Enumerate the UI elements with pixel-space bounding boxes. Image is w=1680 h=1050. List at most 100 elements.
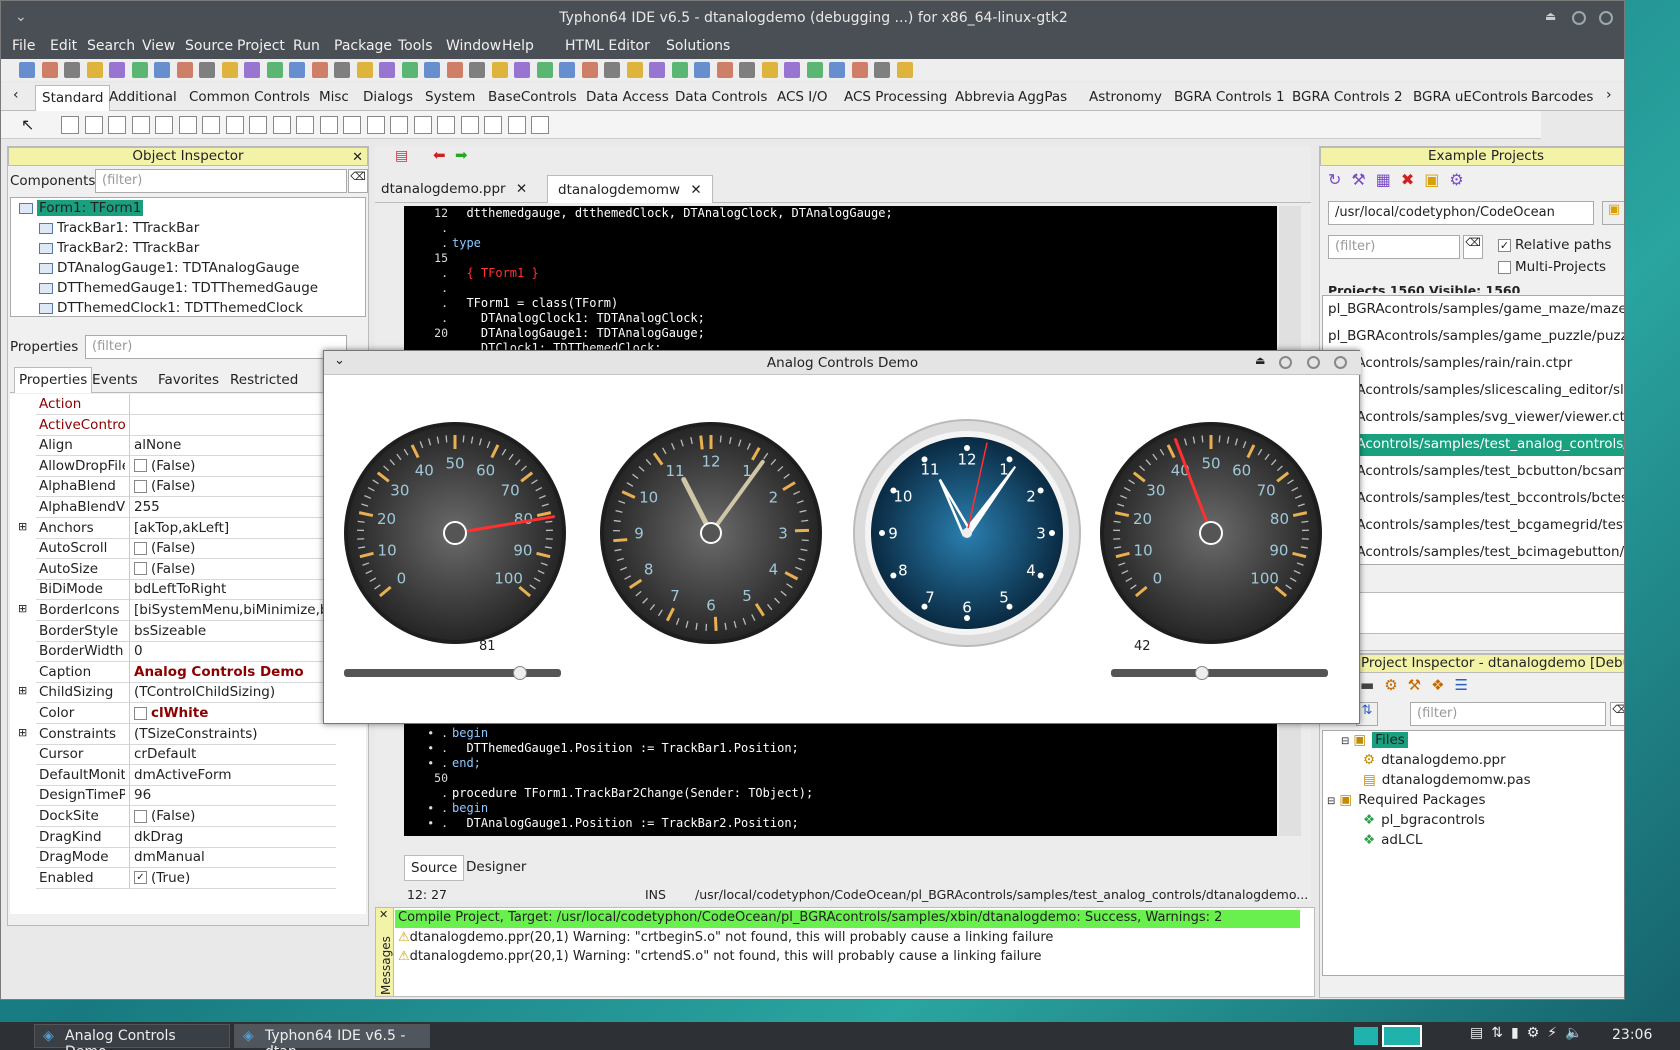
property-row[interactable]: ActiveControl bbox=[36, 414, 336, 436]
updates-icon[interactable]: ▮ bbox=[1511, 1025, 1527, 1041]
checkbox[interactable] bbox=[134, 541, 147, 555]
palette-component-icon[interactable] bbox=[366, 116, 385, 134]
property-row[interactable]: BorderWidth 0 bbox=[36, 641, 336, 663]
toolbar-tool-icon[interactable] bbox=[379, 62, 395, 78]
filter-clear-icon[interactable]: ⌫ bbox=[1463, 235, 1483, 259]
menu-project[interactable]: Project bbox=[237, 38, 285, 54]
toolbar-tool-icon[interactable] bbox=[716, 62, 733, 78]
project-tree-item[interactable]: ❖ adLCL bbox=[1363, 832, 1422, 848]
minimize-button[interactable] bbox=[1279, 356, 1292, 369]
project-filter-input[interactable]: (filter) bbox=[1410, 702, 1606, 726]
build-icon[interactable]: ⚒ bbox=[1351, 170, 1375, 189]
property-value[interactable]: dkDrag bbox=[134, 829, 183, 845]
code-line[interactable]: begin bbox=[452, 726, 488, 740]
code-line[interactable]: { TForm1 } bbox=[452, 266, 538, 280]
palette-component-icon[interactable] bbox=[296, 116, 314, 134]
minimize-button[interactable] bbox=[1572, 11, 1586, 25]
palette-tab-data-access[interactable]: Data Access bbox=[586, 89, 669, 105]
property-value[interactable]: 96 bbox=[134, 787, 151, 803]
close-icon[interactable]: ✕ bbox=[690, 182, 701, 198]
toolbar-tool-icon[interactable] bbox=[311, 62, 328, 78]
property-value[interactable]: Analog Controls Demo bbox=[134, 664, 304, 680]
palette-component-icon[interactable] bbox=[202, 116, 220, 134]
property-value[interactable]: (False) bbox=[134, 540, 195, 556]
property-value[interactable]: (TControlChildSizing) bbox=[134, 684, 275, 700]
palette-component-icon[interactable] bbox=[155, 116, 173, 134]
editor-menu-icon[interactable]: ▤ bbox=[395, 148, 408, 164]
collapse-icon[interactable]: ⊟ bbox=[1341, 736, 1349, 747]
taskbar-item-demo[interactable]: ◈Analog Controls Demo bbox=[34, 1024, 230, 1050]
palette-component-icon[interactable] bbox=[249, 116, 267, 134]
palette-tab-aggpas[interactable]: AggPas bbox=[1018, 89, 1067, 105]
settings-icon[interactable]: ⚙ bbox=[1449, 170, 1473, 189]
property-row[interactable]: Color clWhite bbox=[36, 703, 336, 724]
component-tree-item[interactable]: Form1: TForm1 bbox=[19, 200, 144, 216]
property-value[interactable]: alNone bbox=[134, 437, 181, 453]
example-project-item[interactable]: pl_BGRAcontrols/samples/game_puzzle/puzz… bbox=[1325, 326, 1624, 348]
palette-component-icon[interactable] bbox=[319, 116, 338, 134]
workspace-1[interactable] bbox=[1354, 1027, 1378, 1045]
project-tree-item[interactable]: ⊟ ▣ Files bbox=[1341, 732, 1408, 748]
code-line[interactable]: type bbox=[452, 236, 481, 250]
list-icon[interactable]: ☰ bbox=[1455, 676, 1478, 694]
checkbox[interactable]: ✓ bbox=[134, 871, 147, 885]
code-line[interactable]: DTAnalogGauge1.Position := TrackBar2.Pos… bbox=[452, 816, 798, 830]
code-line[interactable]: DTAnalogGauge1: TDTAnalogGauge; bbox=[452, 326, 705, 340]
example-project-item[interactable]: BGRAcontrols/samples/test_bcimagebutton/… bbox=[1325, 542, 1624, 564]
menu-tools[interactable]: Tools bbox=[398, 38, 433, 54]
toolbar-tool-icon[interactable] bbox=[109, 62, 125, 78]
toolbar-tool-icon[interactable] bbox=[491, 62, 508, 78]
property-value[interactable]: dmManual bbox=[134, 849, 205, 865]
property-value[interactable]: (False) bbox=[134, 808, 195, 824]
palette-tab-acs-processing[interactable]: ACS Processing bbox=[844, 89, 947, 105]
tab-dtanalogdemomw[interactable]: dtanalogdemomw ✕ bbox=[547, 175, 713, 203]
code-line[interactable]: dtthemedgauge, dtthemedClock, DTAnalogCl… bbox=[452, 206, 892, 220]
example-filter-input[interactable]: (filter) bbox=[1328, 235, 1460, 259]
tab-dtanalogdemo-ppr[interactable]: dtanalogdemo.ppr ✕ bbox=[381, 181, 527, 197]
property-row[interactable]: Align alNone bbox=[36, 435, 336, 457]
property-row[interactable]: DockSite (False) bbox=[36, 806, 336, 827]
example-project-item[interactable]: BGRAcontrols/samples/test_analog_control… bbox=[1325, 434, 1624, 456]
components-filter-input[interactable]: (filter) bbox=[95, 169, 347, 193]
palette-component-icon[interactable] bbox=[484, 116, 502, 134]
warning-message-1[interactable]: ⚠dtanalogdemo.ppr(20,1) Warning: "crtbeg… bbox=[398, 930, 1053, 945]
component-tree-item[interactable]: DTThemedGauge1: TDTThemedGauge bbox=[39, 280, 318, 296]
example-project-item[interactable]: BGRAcontrols/samples/test_bccontrols/bct… bbox=[1325, 488, 1624, 510]
compile-success-message[interactable]: Compile Project, Target: /usr/local/code… bbox=[395, 910, 1300, 928]
relative-paths-checkbox[interactable]: ✓ Relative paths bbox=[1498, 237, 1611, 253]
palette-tab-system[interactable]: System bbox=[425, 89, 475, 105]
toolbar-tool-icon[interactable] bbox=[581, 62, 598, 78]
settings-icon[interactable]: ⚙ bbox=[1527, 1025, 1548, 1041]
code-line[interactable]: procedure TForm1.TrackBar2Change(Sender:… bbox=[452, 786, 813, 800]
palette-tab-common-controls[interactable]: Common Controls bbox=[189, 89, 310, 105]
menu-view[interactable]: View bbox=[142, 38, 175, 54]
palette-tab-abbrevia[interactable]: Abbrevia bbox=[955, 89, 1015, 105]
property-value[interactable]: bsSizeable bbox=[134, 623, 206, 639]
toolbar-tool-icon[interactable] bbox=[806, 62, 823, 78]
toolbar-tool-icon[interactable] bbox=[41, 62, 58, 78]
options-icon[interactable]: ⚒ bbox=[1408, 676, 1431, 694]
menu-source[interactable]: Source bbox=[185, 38, 233, 54]
property-row[interactable]: ⊞ Anchors [akTop,akLeft] bbox=[18, 517, 336, 539]
browse-folder-icon[interactable]: ▣ bbox=[1602, 201, 1624, 225]
property-value[interactable]: crDefault bbox=[134, 746, 196, 762]
property-row[interactable]: ⊞ BorderIcons [biSystemMenu,biMinimize,biM… bbox=[18, 600, 360, 621]
palette-tab-additional[interactable]: Additional bbox=[109, 89, 177, 105]
property-value[interactable]: (False) bbox=[134, 561, 195, 577]
toolbar-tool-icon[interactable] bbox=[266, 62, 283, 78]
toolbar-tool-icon[interactable] bbox=[424, 62, 440, 78]
toolbar-tool-icon[interactable] bbox=[289, 62, 305, 78]
palette-component-icon[interactable] bbox=[131, 116, 150, 134]
filter-clear-icon[interactable]: ⌫ bbox=[1610, 702, 1624, 726]
remove-icon[interactable]: ▬ bbox=[1360, 676, 1384, 694]
project-tree-item[interactable]: ⚙ dtanalogdemo.ppr bbox=[1363, 752, 1506, 768]
menu-window[interactable]: Window bbox=[446, 38, 501, 54]
property-row[interactable]: AutoSize (False) bbox=[36, 558, 336, 580]
close-icon[interactable]: ✕ bbox=[516, 181, 527, 197]
palette-tab-barcodes[interactable]: Barcodes bbox=[1531, 89, 1593, 105]
tab-designer[interactable]: Designer bbox=[466, 859, 526, 875]
toolbar-tool-icon[interactable] bbox=[19, 62, 35, 78]
palette-component-icon[interactable] bbox=[507, 116, 526, 134]
toolbar-tool-icon[interactable] bbox=[334, 62, 350, 78]
component-tree-item[interactable]: TrackBar1: TTrackBar bbox=[39, 220, 199, 236]
